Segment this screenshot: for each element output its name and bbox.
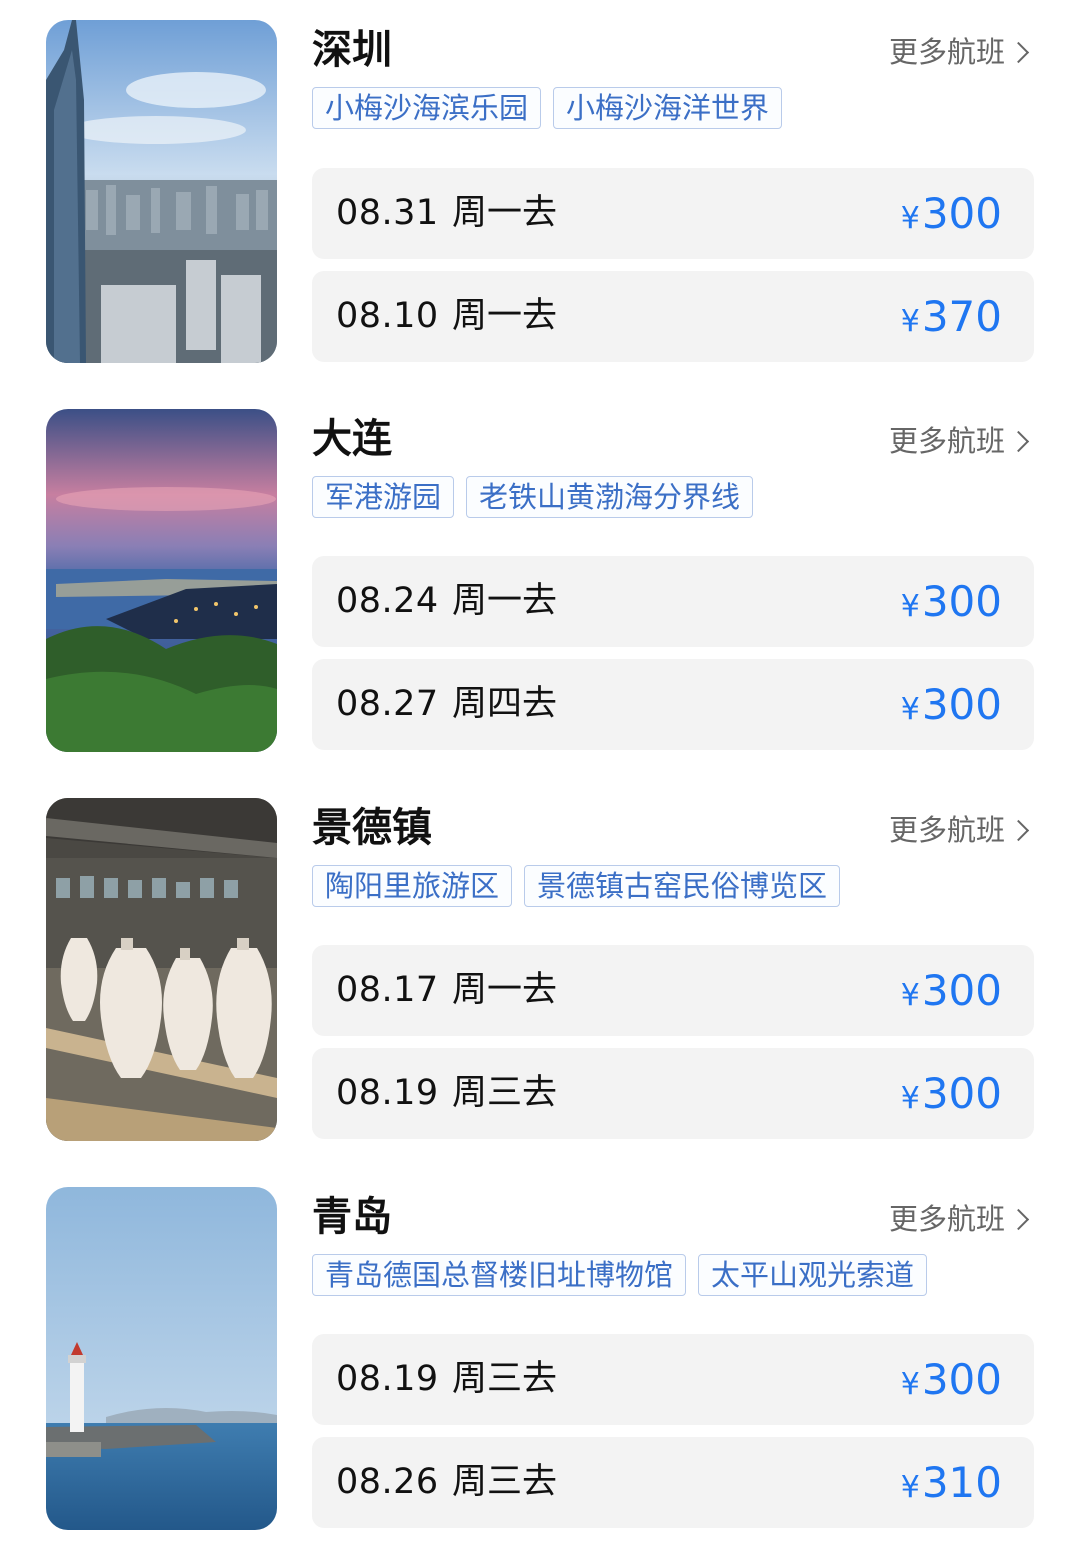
attraction-tag[interactable]: 景德镇古窑民俗博览区 xyxy=(524,865,841,907)
currency-symbol: ¥ xyxy=(900,1367,920,1402)
attraction-tag[interactable]: 老铁山黄渤海分界线 xyxy=(466,476,754,518)
attraction-tag[interactable]: 小梅沙海滨乐园 xyxy=(312,87,542,129)
destination-photo-qingdao[interactable] xyxy=(46,1187,277,1530)
city-name: 景德镇 xyxy=(312,805,432,851)
chevron-right-icon xyxy=(1007,41,1030,64)
currency-symbol: ¥ xyxy=(900,1470,920,1505)
destination-card-jingdezhen[interactable]: 景德镇 更多航班 陶阳里旅游区 景德镇古窑民俗博览区 08.17 周一去 ¥30… xyxy=(0,798,1080,1158)
price-value: 300 xyxy=(921,680,1002,729)
city-name: 深圳 xyxy=(312,27,392,73)
chevron-right-icon xyxy=(1007,430,1030,453)
more-flights-label: 更多航班 xyxy=(888,813,1005,847)
flight-price: ¥300 xyxy=(901,556,1002,652)
attraction-tag[interactable]: 陶阳里旅游区 xyxy=(312,865,513,907)
flight-date: 08.26 xyxy=(336,1462,439,1502)
currency-symbol: ¥ xyxy=(900,978,920,1013)
flight-option[interactable]: 08.19 周三去 ¥300 xyxy=(312,1334,1034,1425)
currency-symbol: ¥ xyxy=(900,304,920,339)
flight-date: 08.17 xyxy=(336,970,439,1010)
destination-card-qingdao[interactable]: 青岛 更多航班 青岛德国总督楼旧址博物馆 太平山观光索道 08.19 周三去 ¥… xyxy=(0,1187,1080,1547)
attraction-tags: 小梅沙海滨乐园 小梅沙海洋世界 xyxy=(312,87,783,129)
flight-weekday: 周三去 xyxy=(452,1073,558,1113)
attraction-tag[interactable]: 小梅沙海洋世界 xyxy=(553,87,783,129)
flight-weekday: 周四去 xyxy=(452,684,558,724)
flight-option[interactable]: 08.31 周一去 ¥300 xyxy=(312,168,1034,259)
more-flights-link[interactable]: 更多航班 xyxy=(888,32,1030,72)
destination-photo-shenzhen[interactable] xyxy=(46,20,277,363)
flight-price: ¥300 xyxy=(901,1334,1002,1430)
destination-card-dalian[interactable]: 大连 更多航班 军港游园 老铁山黄渤海分界线 08.24 周一去 ¥300 08… xyxy=(0,409,1080,769)
flight-weekday: 周三去 xyxy=(452,1359,558,1399)
currency-symbol: ¥ xyxy=(900,1081,920,1116)
price-value: 370 xyxy=(921,292,1002,341)
destination-photo-dalian[interactable] xyxy=(46,409,277,752)
more-flights-link[interactable]: 更多航班 xyxy=(888,810,1030,850)
attraction-tags: 陶阳里旅游区 景德镇古窑民俗博览区 xyxy=(312,865,841,907)
flight-weekday: 周一去 xyxy=(452,970,558,1010)
price-value: 300 xyxy=(921,1069,1002,1118)
destination-photo-jingdezhen[interactable] xyxy=(46,798,277,1141)
flight-weekday: 周一去 xyxy=(452,193,558,233)
flight-weekday: 周一去 xyxy=(452,581,558,621)
flight-date: 08.27 xyxy=(336,684,439,724)
attraction-tags: 军港游园 老铁山黄渤海分界线 xyxy=(312,476,754,518)
currency-symbol: ¥ xyxy=(900,692,920,727)
destination-list: 深圳 更多航班 小梅沙海滨乐园 小梅沙海洋世界 08.31 周一去 ¥300 0… xyxy=(0,0,1080,1559)
more-flights-link[interactable]: 更多航班 xyxy=(888,421,1030,461)
currency-symbol: ¥ xyxy=(900,589,920,624)
attraction-tag[interactable]: 太平山观光索道 xyxy=(698,1254,928,1296)
flight-price: ¥300 xyxy=(901,168,1002,264)
price-value: 300 xyxy=(921,189,1002,238)
flight-option[interactable]: 08.27 周四去 ¥300 xyxy=(312,659,1034,750)
chevron-right-icon xyxy=(1007,1208,1030,1231)
flight-price: ¥300 xyxy=(901,1048,1002,1144)
flight-date: 08.10 xyxy=(336,296,439,336)
attraction-tag[interactable]: 青岛德国总督楼旧址博物馆 xyxy=(312,1254,687,1296)
chevron-right-icon xyxy=(1007,819,1030,842)
flight-option[interactable]: 08.26 周三去 ¥310 xyxy=(312,1437,1034,1528)
flight-date: 08.19 xyxy=(336,1359,439,1399)
flight-date: 08.19 xyxy=(336,1073,439,1113)
city-name: 青岛 xyxy=(312,1194,392,1240)
flight-option[interactable]: 08.24 周一去 ¥300 xyxy=(312,556,1034,647)
flight-option[interactable]: 08.17 周一去 ¥300 xyxy=(312,945,1034,1036)
flight-price: ¥300 xyxy=(901,659,1002,755)
more-flights-link[interactable]: 更多航班 xyxy=(888,1199,1030,1239)
flight-price: ¥310 xyxy=(901,1437,1002,1533)
more-flights-label: 更多航班 xyxy=(888,1202,1005,1236)
flight-date: 08.24 xyxy=(336,581,439,621)
flight-option[interactable]: 08.19 周三去 ¥300 xyxy=(312,1048,1034,1139)
flight-weekday: 周一去 xyxy=(452,296,558,336)
price-value: 300 xyxy=(921,1355,1002,1404)
flight-date: 08.31 xyxy=(336,193,439,233)
price-value: 310 xyxy=(921,1458,1002,1507)
price-value: 300 xyxy=(921,966,1002,1015)
flight-price: ¥300 xyxy=(901,945,1002,1041)
destination-card-shenzhen[interactable]: 深圳 更多航班 小梅沙海滨乐园 小梅沙海洋世界 08.31 周一去 ¥300 0… xyxy=(0,20,1080,380)
attraction-tags: 青岛德国总督楼旧址博物馆 太平山观光索道 xyxy=(312,1254,928,1296)
more-flights-label: 更多航班 xyxy=(888,424,1005,458)
attraction-tag[interactable]: 军港游园 xyxy=(312,476,455,518)
currency-symbol: ¥ xyxy=(900,201,920,236)
flight-weekday: 周三去 xyxy=(452,1462,558,1502)
city-name: 大连 xyxy=(312,416,392,462)
flight-option[interactable]: 08.10 周一去 ¥370 xyxy=(312,271,1034,362)
flight-price: ¥370 xyxy=(901,271,1002,367)
more-flights-label: 更多航班 xyxy=(888,35,1005,69)
price-value: 300 xyxy=(921,577,1002,626)
